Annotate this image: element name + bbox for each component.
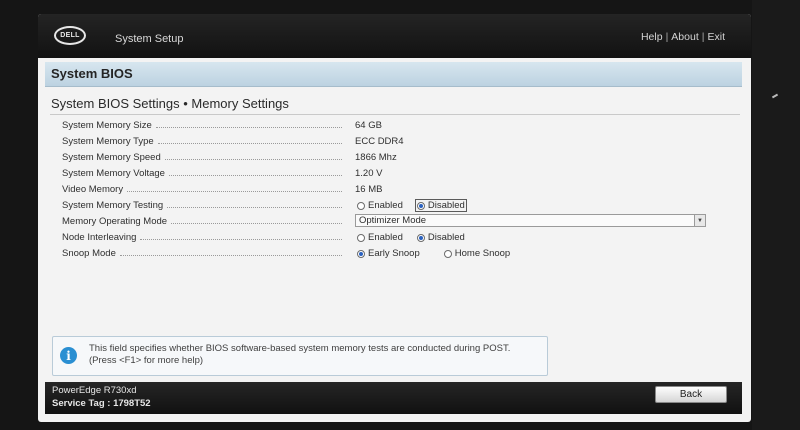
node-interleaving-disabled-radio[interactable]: Disabled	[415, 232, 467, 243]
setting-row-video-memory: Video Memory 16 MB	[62, 182, 751, 198]
snoop-mode-home-radio[interactable]: Home Snoop	[442, 248, 512, 259]
setting-row-node-interleaving: Node Interleaving Enabled Disabled	[62, 230, 751, 246]
setting-label: Node Interleaving	[62, 232, 137, 243]
select-value: Optimizer Mode	[359, 215, 427, 226]
bios-screen: DELL System Setup Help | About | Exit Sy…	[38, 14, 751, 422]
help-panel: i This field specifies whether BIOS soft…	[52, 336, 548, 376]
radio-off-icon	[443, 249, 452, 258]
setting-label: Snoop Mode	[62, 248, 116, 259]
memory-testing-enabled-radio[interactable]: Enabled	[355, 200, 405, 211]
about-link[interactable]: About	[671, 31, 698, 43]
setting-row-memory-speed: System Memory Speed 1866 Mhz	[62, 150, 751, 166]
snoop-mode-early-radio[interactable]: Early Snoop	[355, 248, 422, 259]
radio-label: Home Snoop	[454, 248, 511, 259]
radio-on-icon	[416, 201, 425, 210]
link-separator: |	[701, 31, 705, 43]
radio-on-icon	[357, 249, 365, 258]
setting-label: System Memory Voltage	[62, 168, 165, 179]
dropdown-arrow-icon[interactable]: ▼	[694, 215, 705, 226]
radio-label: Disabled	[427, 200, 465, 211]
divider	[50, 114, 740, 115]
radio-label: Enabled	[368, 232, 403, 243]
system-model: PowerEdge R730xd	[52, 385, 137, 396]
info-icon: i	[60, 347, 77, 364]
node-interleaving-radio-group: Enabled Disabled	[355, 232, 467, 243]
setting-value: 1866 Mhz	[355, 152, 397, 163]
section-header: System BIOS	[45, 62, 742, 87]
radio-label: Enabled	[368, 200, 403, 211]
memory-testing-radio-group: Enabled Disabled	[355, 199, 467, 212]
setting-row-memory-type: System Memory Type ECC DDR4	[62, 134, 751, 150]
setting-value: 16 MB	[355, 184, 383, 195]
monitor-bezel	[752, 0, 800, 430]
footer-bar: PowerEdge R730xd Service Tag : 1798T52 B…	[45, 382, 742, 414]
setting-label: Memory Operating Mode	[62, 216, 168, 227]
exit-link[interactable]: Exit	[707, 31, 725, 43]
node-interleaving-enabled-radio[interactable]: Enabled	[355, 232, 405, 243]
radio-label: Early Snoop	[368, 248, 420, 259]
dell-logo: DELL	[54, 26, 86, 45]
setting-label: System Memory Size	[62, 120, 152, 131]
setting-label: System Memory Speed	[62, 152, 161, 163]
setting-label: System Memory Type	[62, 136, 154, 147]
setting-row-memory-size: System Memory Size 64 GB	[62, 118, 751, 134]
setting-value: 64 GB	[355, 120, 382, 131]
setting-row-operating-mode: Memory Operating Mode Optimizer Mode ▼	[62, 214, 751, 230]
link-separator: |	[665, 31, 669, 43]
top-bar: DELL System Setup Help | About | Exit	[38, 14, 751, 58]
section-title: System BIOS	[51, 66, 133, 81]
setting-row-snoop-mode: Snoop Mode Early Snoop Home Snoop	[62, 246, 751, 262]
memory-operating-mode-select[interactable]: Optimizer Mode ▼	[355, 214, 706, 227]
snoop-mode-radio-group: Early Snoop Home Snoop	[355, 248, 512, 259]
memory-testing-disabled-radio[interactable]: Disabled	[414, 199, 467, 212]
service-tag: Service Tag : 1798T52	[52, 398, 151, 409]
top-links: Help | About | Exit	[641, 31, 725, 43]
radio-on-icon	[416, 233, 425, 242]
settings-list: System Memory Size 64 GB System Memory T…	[62, 118, 751, 262]
radio-label: Disabled	[427, 232, 465, 243]
setting-label: System Memory Testing	[62, 200, 164, 211]
logo-text: DELL	[60, 32, 80, 39]
app-title: System Setup	[115, 33, 184, 45]
setting-value: 1.20 V	[355, 168, 383, 179]
radio-off-icon	[357, 201, 365, 210]
setting-row-memory-testing: System Memory Testing Enabled Disabled	[62, 198, 751, 214]
setting-value: ECC DDR4	[355, 136, 404, 147]
page-title: System BIOS Settings • Memory Settings	[51, 96, 289, 111]
back-button[interactable]: Back	[655, 386, 727, 403]
setting-label: Video Memory	[62, 184, 124, 195]
help-link[interactable]: Help	[641, 31, 663, 43]
help-text: This field specifies whether BIOS softwa…	[89, 343, 511, 366]
setting-row-memory-voltage: System Memory Voltage 1.20 V	[62, 166, 751, 182]
radio-off-icon	[357, 233, 365, 242]
